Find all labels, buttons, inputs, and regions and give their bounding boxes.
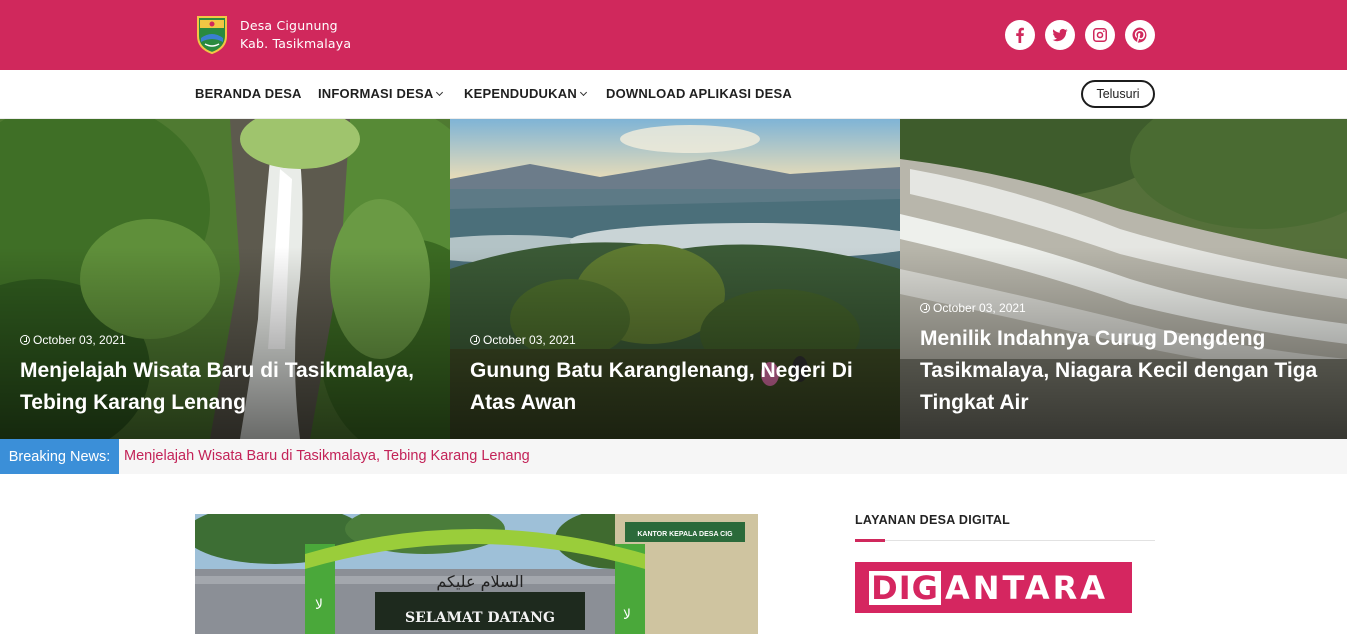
chevron-down-icon	[579, 88, 587, 97]
nav-item-beranda-desa[interactable]: BERANDA DESA	[195, 86, 302, 101]
post-date-text: October 03, 2021	[483, 333, 576, 347]
sidebar-divider-accent	[855, 539, 885, 542]
twitter-icon	[1052, 28, 1068, 42]
hero-post-2[interactable]: October 03, 2021 Gunung Batu Karanglenan…	[450, 119, 900, 439]
nav-item-kependudukan[interactable]: KEPENDUDUKAN	[464, 86, 587, 101]
post-date-text: October 03, 2021	[933, 301, 1026, 315]
banner-logo-part1: DIG	[869, 571, 941, 605]
nav-label: DOWNLOAD APLIKASI DESA	[606, 86, 792, 101]
instagram-button[interactable]	[1085, 20, 1115, 50]
breaking-news-bar: Breaking News: Menjelajah Wisata Baru di…	[0, 439, 1347, 474]
nav-item-download-aplikasi[interactable]: DOWNLOAD APLIKASI DESA	[606, 86, 792, 101]
nav-label: BERANDA DESA	[195, 86, 302, 101]
gate-symbol-left: لا	[315, 597, 323, 613]
breaking-news-label: Breaking News:	[0, 439, 119, 474]
post-date: October 03, 2021	[470, 333, 576, 347]
facebook-icon	[1016, 27, 1024, 43]
instagram-icon	[1093, 28, 1107, 42]
sidebar-widget-title: LAYANAN DESA DIGITAL	[855, 513, 1011, 527]
post-date-text: October 03, 2021	[33, 333, 126, 347]
chevron-down-icon	[436, 88, 444, 97]
post-date: October 03, 2021	[20, 333, 126, 347]
post-title[interactable]: Gunung Batu Karanglenang, Negeri Di Atas…	[470, 355, 890, 419]
post-date: October 03, 2021	[920, 301, 1026, 315]
site-brand[interactable]: Desa Cigunung Kab. Tasikmalaya	[240, 17, 351, 53]
village-gate-image: KANTOR KEPALA DESA CIG السلام عليكم SELA…	[195, 514, 758, 634]
pinterest-icon	[1132, 27, 1147, 43]
post-title[interactable]: Menjelajah Wisata Baru di Tasikmalaya, T…	[20, 355, 440, 419]
main-navigation: BERANDA DESA INFORMASI DESA KEPENDUDUKAN…	[0, 70, 1347, 119]
breaking-news-link[interactable]: Menjelajah Wisata Baru di Tasikmalaya, T…	[124, 448, 530, 464]
village-logo[interactable]	[195, 14, 229, 55]
search-button[interactable]: Telusuri	[1081, 80, 1155, 108]
post-title[interactable]: Menilik Indahnya Curug Dengdeng Tasikmal…	[920, 323, 1340, 419]
hero-post-3[interactable]: October 03, 2021 Menilik Indahnya Curug …	[900, 119, 1347, 439]
arabic-greeting-text: السلام عليكم	[436, 572, 523, 591]
nav-label: INFORMASI DESA	[318, 86, 434, 101]
banner-logo-part2: ANTARA	[945, 569, 1109, 607]
sidebar-divider	[855, 540, 1155, 541]
hero-post-1[interactable]: October 03, 2021 Menjelajah Wisata Baru …	[0, 119, 450, 439]
twitter-button[interactable]	[1045, 20, 1075, 50]
gate-symbol-right: لا	[623, 607, 631, 623]
clock-icon	[20, 335, 30, 345]
nav-item-informasi-desa[interactable]: INFORMASI DESA	[318, 86, 444, 101]
gate-welcome-text: SELAMAT DATANG	[405, 610, 555, 626]
facebook-button[interactable]	[1005, 20, 1035, 50]
top-header-bar: Desa Cigunung Kab. Tasikmalaya	[0, 0, 1347, 70]
office-sign-text: KANTOR KEPALA DESA CIG	[637, 531, 733, 538]
clock-icon	[470, 335, 480, 345]
pinterest-button[interactable]	[1125, 20, 1155, 50]
brand-name: Desa Cigunung	[240, 18, 338, 33]
clock-icon	[920, 303, 930, 313]
nav-label: KEPENDUDUKAN	[464, 86, 577, 101]
brand-region: Kab. Tasikmalaya	[240, 36, 352, 51]
digantara-banner[interactable]: DIG ANTARA	[855, 562, 1132, 613]
featured-post-image[interactable]: KANTOR KEPALA DESA CIG السلام عليكم SELA…	[195, 514, 758, 634]
